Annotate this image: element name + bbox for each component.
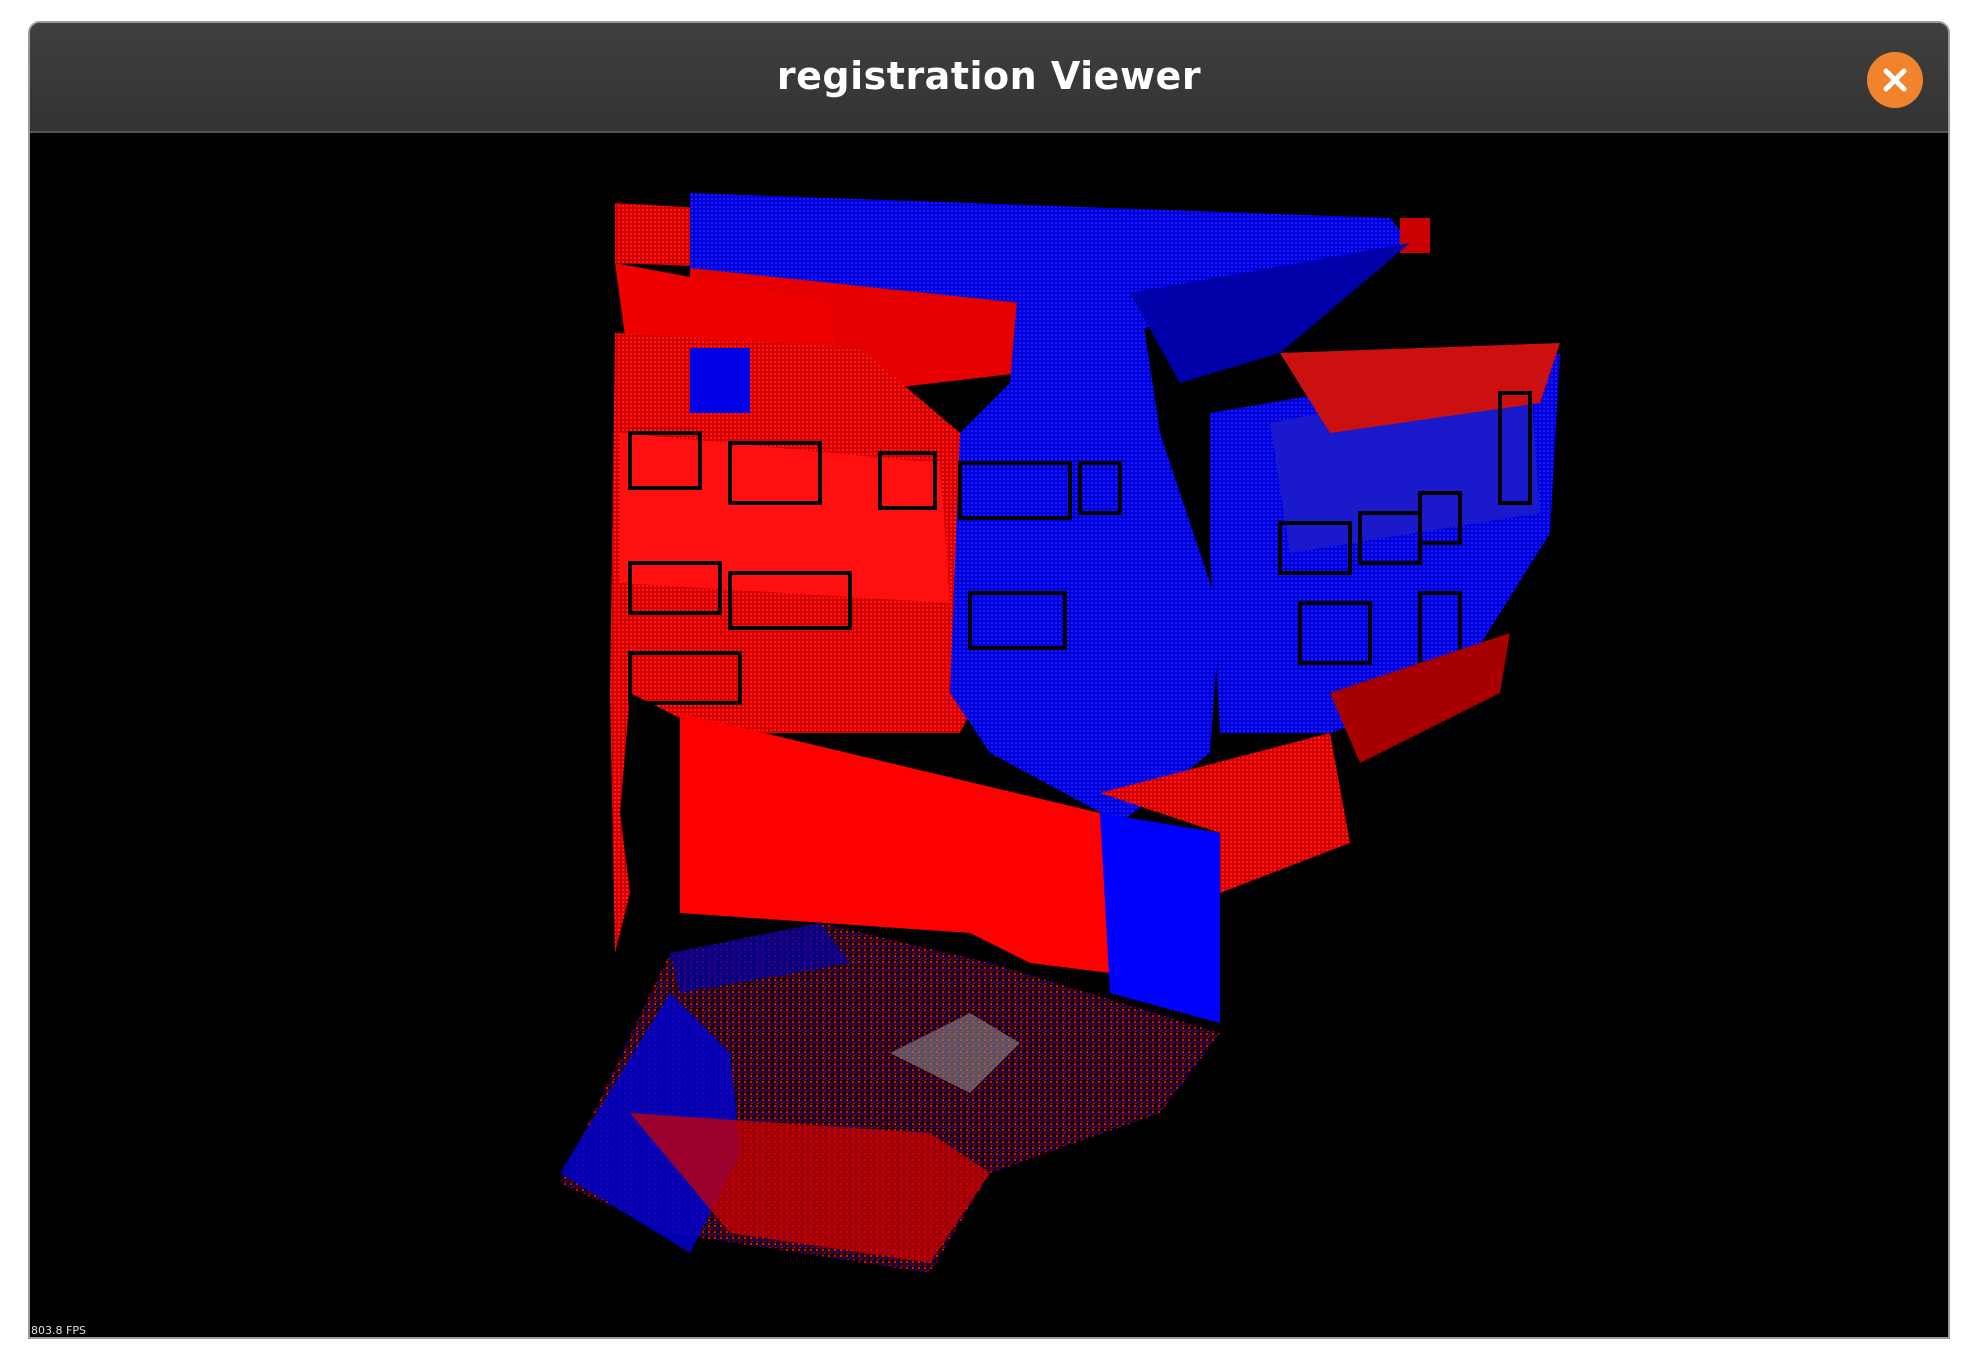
- viewer-window: registration Viewer 803.8 FPS: [28, 21, 1950, 1339]
- close-button[interactable]: [1867, 52, 1923, 108]
- close-icon: [1883, 68, 1907, 92]
- title-bar[interactable]: registration Viewer: [30, 23, 1948, 133]
- fps-counter: 803.8 FPS: [31, 1324, 86, 1337]
- point-cloud-viewport[interactable]: 803.8 FPS: [30, 133, 1948, 1337]
- window-title: registration Viewer: [776, 54, 1202, 98]
- building-facade-center: [950, 233, 1560, 823]
- point-cloud-render: [560, 193, 1560, 1273]
